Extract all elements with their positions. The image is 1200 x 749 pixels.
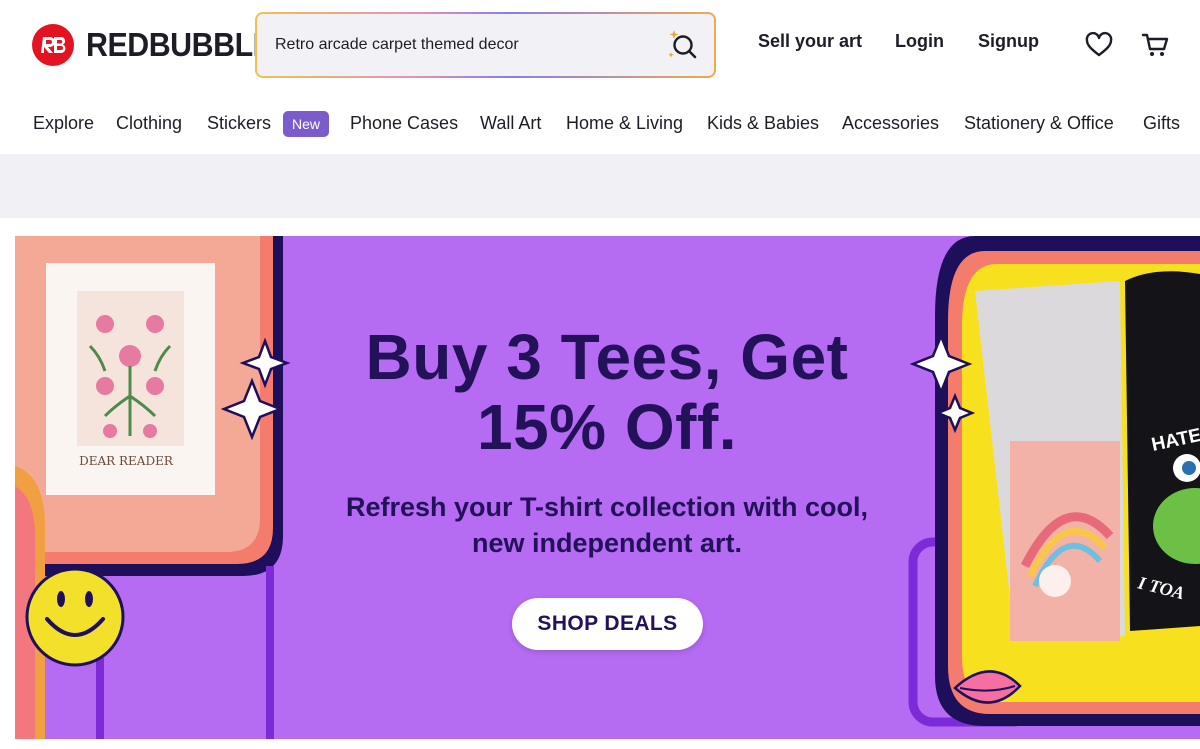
category-explore[interactable]: Explore	[33, 113, 94, 134]
category-accessories[interactable]: Accessories	[842, 113, 939, 134]
category-gifts[interactable]: Gifts	[1143, 113, 1180, 134]
hero-subtitle-line-2: new independent art.	[471, 528, 743, 558]
category-kids-babies[interactable]: Kids & Babies	[707, 113, 819, 134]
sell-your-art-link[interactable]: Sell your art	[758, 31, 862, 57]
promo-strip	[0, 154, 1200, 218]
search-box	[255, 12, 716, 78]
art-print-caption: DEAR READER	[79, 454, 174, 468]
login-link[interactable]: Login	[895, 31, 944, 57]
left-art-decoration: DEAR READER	[15, 236, 283, 739]
cart-icon[interactable]	[1141, 30, 1171, 60]
category-phone-cases[interactable]: Phone Cases	[350, 113, 458, 134]
search-input[interactable]	[275, 14, 655, 76]
right-tshirt-decoration: HATE I TOA	[908, 236, 1200, 727]
hero-banner[interactable]: DEAR READER HATE I TOA Buy 3 Tees, Get 1…	[15, 236, 1200, 739]
signup-link[interactable]: Signup	[978, 31, 1039, 57]
hero-title-line-1: Buy 3 Tees, Get	[365, 321, 849, 393]
hero-title-line-2: 15% Off.	[476, 391, 738, 463]
heart-icon[interactable]	[1084, 30, 1114, 60]
search-sparkle-icon[interactable]	[666, 28, 700, 62]
shop-deals-button[interactable]: SHOP DEALS	[512, 598, 703, 650]
site-header: REDBUBBLE Sell your art Login Signup	[0, 0, 1200, 92]
category-stickers[interactable]: Stickers	[207, 113, 271, 134]
hero-title: Buy 3 Tees, Get 15% Off.	[307, 322, 907, 462]
hero-subtitle-line-1: Refresh your T-shirt collection with coo…	[345, 492, 869, 522]
hero-subtitle: Refresh your T-shirt collection with coo…	[307, 489, 907, 561]
category-wall-art[interactable]: Wall Art	[480, 113, 541, 134]
logo-wordmark: REDBUBBLE	[86, 26, 273, 63]
category-nav: Explore Clothing Stickers Phone Cases Wa…	[0, 100, 1200, 148]
smiley-face-icon	[25, 567, 125, 667]
new-badge: New	[283, 111, 329, 137]
category-stationery-office[interactable]: Stationery & Office	[964, 113, 1114, 134]
category-clothing[interactable]: Clothing	[116, 113, 182, 134]
logo-mark-icon	[32, 24, 74, 66]
category-home-living[interactable]: Home & Living	[566, 113, 683, 134]
redbubble-logo[interactable]: REDBUBBLE	[32, 24, 289, 66]
